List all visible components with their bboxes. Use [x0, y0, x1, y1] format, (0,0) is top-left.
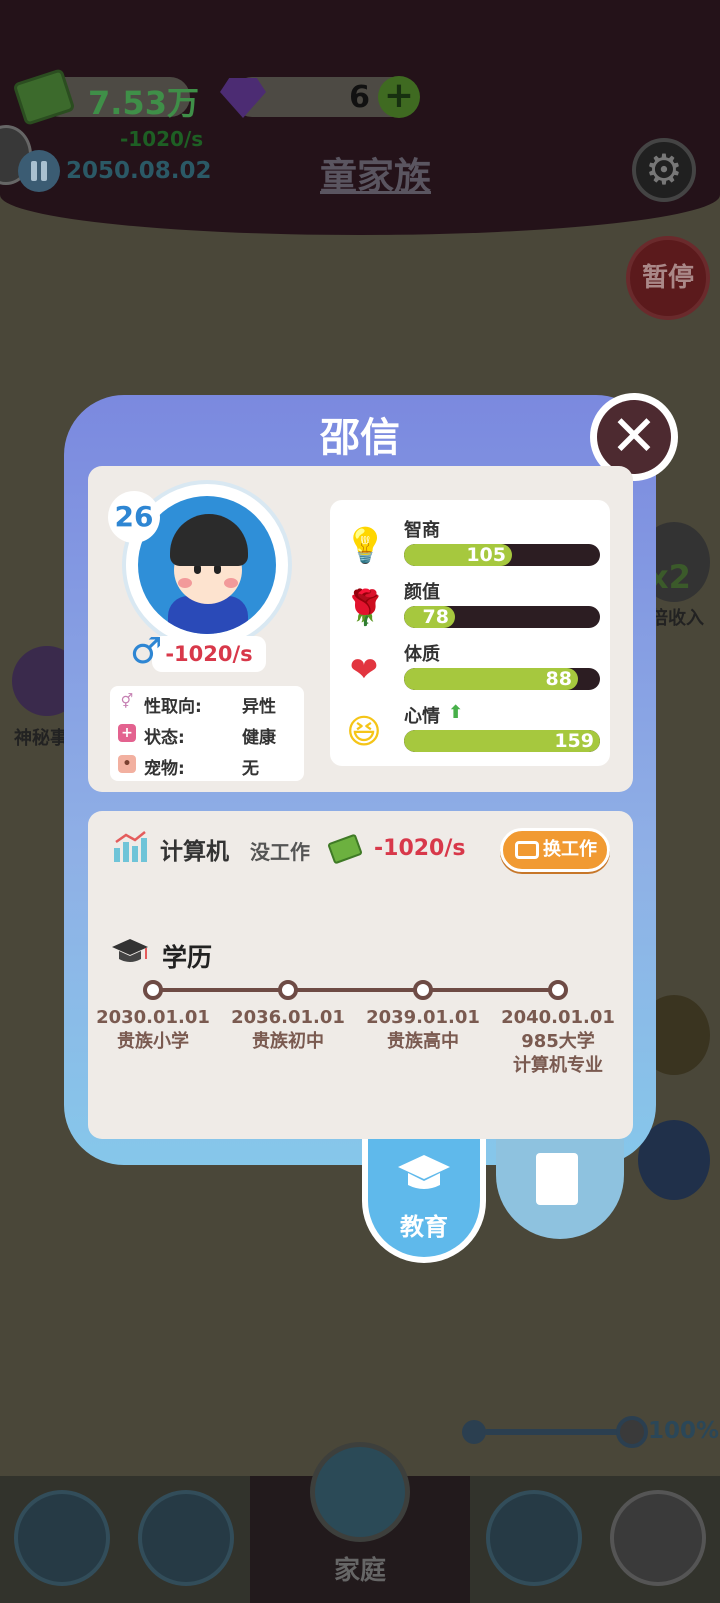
video-icon — [515, 841, 539, 859]
stat-label: 智商 — [404, 520, 440, 541]
avatar-hair — [170, 514, 248, 566]
info-row-pet: • 宠物: 无 — [118, 750, 302, 780]
stat-health: ❤ 体质 88 — [340, 638, 600, 698]
change-job-button[interactable]: 换工作 — [500, 828, 610, 872]
graduation-cap-icon — [398, 1155, 450, 1189]
double-income-label: 倍收入 — [650, 608, 704, 629]
stat-bar: 105 — [404, 544, 600, 566]
arrow-up-icon: ⬆ — [448, 702, 464, 723]
money-value: 7.53万 — [88, 84, 199, 122]
milestone-3: 2039.01.01 贵族高中 — [353, 1006, 493, 1054]
stat-value: 159 — [554, 730, 594, 752]
nav-building-icon[interactable] — [486, 1490, 582, 1586]
milestone-school: 贵族小学 — [117, 1031, 189, 1052]
rose-icon: 🌹 — [344, 588, 387, 628]
milestone-date: 2040.01.01 — [501, 1007, 615, 1028]
milestone-date: 2039.01.01 — [366, 1007, 480, 1028]
milestone-2: 2036.01.01 贵族初中 — [218, 1006, 358, 1054]
lightbulb-icon: 💡 — [344, 526, 387, 566]
speed-slider-knob[interactable] — [616, 1416, 648, 1448]
stat-iq: 💡 智商 105 — [340, 514, 600, 574]
pet-icon: • — [118, 755, 136, 773]
income-tag: -1020/s — [152, 636, 266, 672]
speed-minus-icon[interactable] — [462, 1420, 486, 1444]
timeline-dot — [143, 980, 163, 1000]
info-value: 异性 — [242, 697, 276, 717]
milestone-1: 2030.01.01 贵族小学 — [83, 1006, 223, 1054]
nav-family-label: 家庭 — [333, 1556, 386, 1586]
milestone-date: 2030.01.01 — [96, 1007, 210, 1028]
gem-count: 6 — [349, 80, 370, 115]
stat-label: 心情 — [404, 706, 440, 727]
stat-label: 体质 — [404, 644, 440, 665]
tab-education[interactable]: 教育 — [362, 1139, 486, 1263]
info-value: 无 — [242, 759, 259, 779]
tab-education-label: 教育 — [400, 1213, 448, 1241]
speed-slider-track[interactable] — [484, 1429, 629, 1435]
age-badge: 26 — [108, 491, 160, 543]
stats-box: 💡 智商 105 🌹 颜值 78 ❤ 体质 88 😆 心情 ⬆ 159 — [330, 500, 610, 766]
job-income: -1020/s — [374, 836, 466, 861]
nav-book-icon[interactable] — [14, 1490, 110, 1586]
stat-value: 78 — [422, 606, 449, 628]
gender-orientation-icon: ⚥ — [120, 694, 134, 710]
family-name[interactable]: 童家族 — [320, 146, 431, 200]
nav-lock-icon[interactable] — [610, 1490, 706, 1586]
money-rate: -1020/s — [120, 127, 204, 151]
laughing-face-icon: 😆 — [346, 712, 382, 752]
info-value: 健康 — [242, 728, 276, 748]
milestone-school: 贵族高中 — [387, 1031, 459, 1052]
timeline-dot — [278, 980, 298, 1000]
male-icon: ♂ — [130, 631, 163, 672]
education-timeline — [152, 988, 556, 992]
info-label: 性取向: — [144, 697, 202, 717]
stat-mood: 😆 心情 ⬆ 159 — [340, 700, 600, 760]
health-status-icon: + — [118, 724, 136, 742]
timeline-dot — [413, 980, 433, 1000]
stat-bar: 88 — [404, 668, 600, 690]
stat-label: 颜值 — [404, 582, 440, 603]
close-icon: ✕ — [597, 400, 671, 474]
stat-value: 88 — [545, 668, 572, 690]
job-major: 计算机 — [160, 839, 229, 865]
education-title: 学历 — [162, 943, 213, 972]
speed-value: 100% — [648, 1418, 720, 1444]
milestone-school: 贵族初中 — [252, 1031, 324, 1052]
stat-looks: 🌹 颜值 78 — [340, 576, 600, 636]
stat-value: 105 — [466, 544, 506, 566]
milestone-school: 985大学 — [521, 1031, 595, 1052]
time-pause-icon[interactable] — [18, 150, 60, 192]
chart-icon — [114, 831, 147, 862]
add-gems-button[interactable]: + — [378, 76, 420, 118]
nav-family-tree-icon[interactable] — [310, 1442, 410, 1542]
graduation-cap-icon — [112, 939, 148, 962]
job-status: 没工作 — [250, 840, 310, 864]
milestone-date: 2036.01.01 — [231, 1007, 345, 1028]
game-date: 2050.08.02 — [66, 158, 212, 184]
info-label: 状态: — [144, 728, 185, 748]
milestone-detail: 计算机专业 — [513, 1055, 603, 1076]
settings-gear-icon[interactable]: ⚙ — [632, 138, 696, 202]
stat-bar: 78 — [404, 606, 600, 628]
nav-flag-icon[interactable] — [138, 1490, 234, 1586]
info-label: 宠物: — [144, 759, 185, 779]
timeline-dot — [548, 980, 568, 1000]
mystery-event-label: 神秘事 — [14, 728, 68, 749]
pause-button[interactable]: 暂停 — [626, 236, 710, 320]
change-job-label: 换工作 — [543, 839, 597, 860]
milestone-4: 2040.01.01 985大学 计算机专业 — [488, 1006, 628, 1078]
info-row-status: + 状态: 健康 — [118, 719, 302, 749]
info-row-orientation: ⚥ 性取向: 异性 — [118, 688, 302, 718]
info-box: ⚥ 性取向: 异性 + 状态: 健康 • 宠物: 无 — [110, 686, 304, 781]
note-edit-icon — [536, 1153, 578, 1205]
heart-icon: ❤ — [349, 650, 379, 690]
tab-notes[interactable] — [496, 1139, 624, 1239]
stat-bar: 159 — [404, 730, 600, 752]
